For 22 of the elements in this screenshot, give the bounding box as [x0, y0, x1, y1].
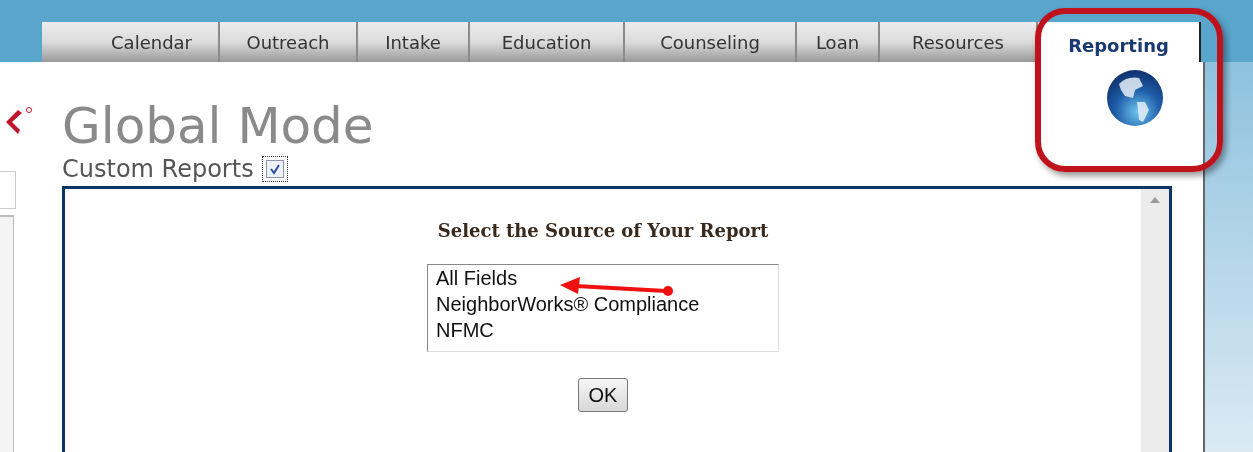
list-option[interactable]: All Fields — [436, 265, 770, 291]
checkbox-label: Custom Reports — [62, 154, 254, 184]
globe-icon — [1105, 68, 1165, 128]
scroll-up-icon — [1150, 197, 1160, 203]
side-field — [0, 171, 16, 209]
ok-button[interactable]: OK — [577, 378, 629, 412]
list-option[interactable]: NFMC — [436, 317, 770, 343]
tab[interactable]: Education — [470, 22, 625, 62]
tab[interactable]: Outreach — [220, 22, 358, 62]
logo-drawing — [4, 106, 32, 136]
page-title: Global Mode — [62, 98, 374, 154]
tab[interactable]: Counseling — [625, 22, 797, 62]
dialog-heading: Select the Source of Your Report — [437, 219, 769, 243]
tab[interactable]: Calendar — [42, 22, 220, 62]
tab[interactable]: Loan — [797, 22, 880, 62]
tab[interactable]: Resources — [880, 22, 1038, 62]
list-option[interactable]: NeighborWorks® Compliance — [436, 291, 770, 317]
tab[interactable]: Intake — [358, 22, 470, 62]
checkbox[interactable] — [261, 156, 288, 182]
check-icon — [268, 163, 281, 175]
source-list[interactable]: All Fields NeighborWorks® Compliance NFMC — [427, 264, 779, 352]
tab[interactable]: Reporting — [1038, 22, 1201, 62]
